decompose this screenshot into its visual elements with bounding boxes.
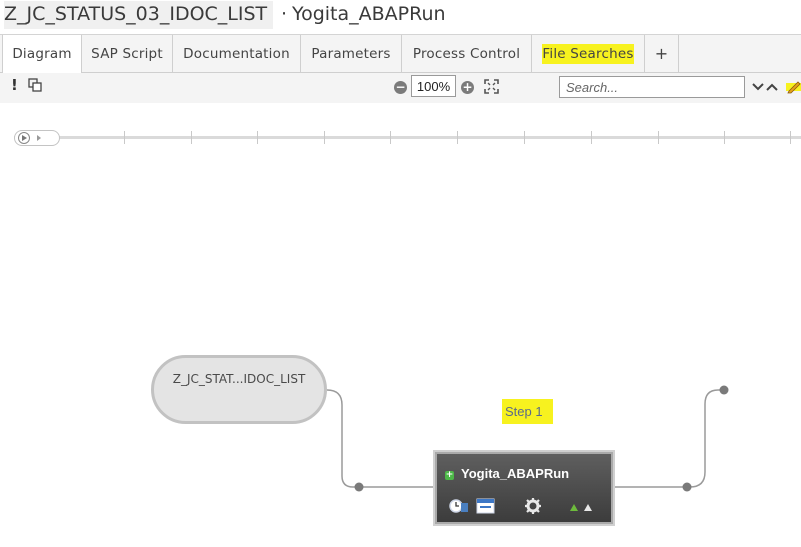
connector-point[interactable]: [354, 482, 364, 492]
connector-point[interactable]: [719, 385, 729, 395]
window-properties-icon[interactable]: [476, 497, 496, 515]
connector-lines: [326, 385, 729, 492]
step-job-node[interactable]: + Yogita_ABAPRun: [435, 452, 613, 524]
clock-calendar-icon[interactable]: [449, 498, 469, 514]
step-node-title: Yogita_ABAPRun: [461, 466, 570, 481]
step-label[interactable]: Step 1: [502, 399, 553, 424]
gear-icon[interactable]: [524, 497, 542, 515]
chain-start-node[interactable]: Z_JC_STAT...IDOC_LIST: [151, 355, 327, 424]
connector-point[interactable]: [682, 482, 692, 492]
priority-arrows-icon[interactable]: [568, 502, 598, 512]
expand-icon[interactable]: +: [445, 471, 454, 480]
start-node-label: Z_JC_STAT...IDOC_LIST: [172, 372, 306, 386]
